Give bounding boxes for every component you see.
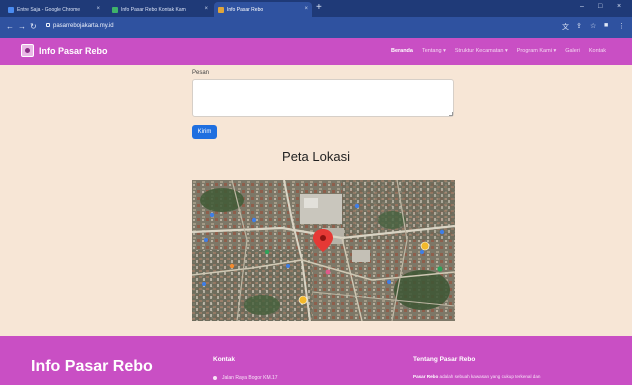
browser-tab-1[interactable]: Entre Saja - Google Chrome × bbox=[4, 2, 104, 17]
menu-kebab-icon[interactable]: ⋮ bbox=[618, 22, 625, 30]
close-tab-icon[interactable]: × bbox=[304, 6, 308, 12]
site-brand[interactable]: Info Pasar Rebo bbox=[39, 46, 108, 56]
footer-brand: Info Pasar Rebo bbox=[31, 358, 153, 375]
browser-tab-title: Info Pasar Rebo Kontak Kam bbox=[121, 6, 186, 13]
forward-icon[interactable]: → bbox=[18, 22, 26, 32]
location-pin-icon bbox=[213, 376, 217, 380]
maximize-button[interactable]: □ bbox=[598, 3, 602, 10]
footer-address: Jalan Raya Bogor KM.17 bbox=[213, 375, 278, 381]
browser-tab-title: Entre Saja - Google Chrome bbox=[17, 6, 81, 13]
kirim-button[interactable]: Kirim bbox=[192, 125, 217, 139]
reload-icon[interactable]: ↻ bbox=[30, 22, 37, 32]
close-tab-icon[interactable]: × bbox=[204, 6, 208, 12]
close-tab-icon[interactable]: × bbox=[96, 6, 100, 12]
nav-link-program-kami[interactable]: Program Kami ▾ bbox=[517, 48, 556, 54]
close-window-button[interactable]: × bbox=[617, 3, 621, 10]
site-navbar: Info Pasar Rebo Beranda Tentang ▾ Strukt… bbox=[0, 38, 632, 65]
browser-tab-3[interactable]: Info Pasar Rebo × bbox=[214, 2, 312, 17]
browser-tab-2[interactable]: Info Pasar Rebo Kontak Kam × bbox=[108, 2, 212, 17]
minimize-button[interactable]: – bbox=[580, 3, 584, 10]
url-text: pasarrebojakarta.my.id bbox=[53, 23, 114, 29]
footer-tentang-heading: Tentang Pasar Rebo bbox=[413, 356, 476, 363]
bookmark-star-icon[interactable]: ☆ bbox=[590, 22, 596, 30]
browser-tab-strip: Entre Saja - Google Chrome × Info Pasar … bbox=[0, 0, 632, 17]
resize-handle[interactable] bbox=[449, 112, 453, 116]
tab-favicon-icon bbox=[112, 6, 118, 13]
site-footer: Info Pasar Rebo Kontak Jalan Raya Bogor … bbox=[0, 336, 632, 385]
share-icon[interactable]: ⇪ bbox=[576, 22, 582, 30]
footer-kontak-heading: Kontak bbox=[213, 356, 236, 363]
lock-icon bbox=[46, 23, 50, 27]
footer-about-rest: adalah sebuah kawasan yang cukup terkena… bbox=[438, 374, 541, 379]
browser-toolbar: ← → ↻ pasarrebojakarta.my.id 文 ⇪ ☆ ■ ⋮ bbox=[0, 17, 632, 38]
new-tab-button[interactable]: + bbox=[316, 3, 322, 13]
translate-icon[interactable]: 文 bbox=[562, 22, 569, 32]
extensions-icon[interactable]: ■ bbox=[604, 22, 608, 29]
nav-link-tentang[interactable]: Tentang ▾ bbox=[422, 48, 446, 54]
nav-link-struktur-kecamatan[interactable]: Struktur Kecamatan ▾ bbox=[455, 48, 508, 54]
address-bar[interactable]: pasarrebojakarta.my.id bbox=[46, 23, 114, 29]
tab-favicon-icon bbox=[8, 6, 14, 13]
footer-about-bold: Pasar Rebo bbox=[413, 374, 439, 379]
map-imagery bbox=[192, 180, 455, 321]
back-icon[interactable]: ← bbox=[6, 22, 14, 32]
nav-links: Beranda Tentang ▾ Struktur Kecamatan ▾ P… bbox=[391, 48, 606, 54]
footer-address-text: Jalan Raya Bogor KM.17 bbox=[222, 375, 278, 381]
map-section-title: Peta Lokasi bbox=[282, 149, 350, 164]
site-logo[interactable] bbox=[21, 44, 34, 57]
tab-favicon-icon bbox=[218, 6, 224, 13]
nav-link-beranda[interactable]: Beranda bbox=[391, 48, 413, 54]
pesan-label: Pesan bbox=[192, 70, 210, 76]
pesan-textarea[interactable] bbox=[192, 79, 454, 117]
nav-link-kontak[interactable]: Kontak bbox=[589, 48, 606, 54]
nav-link-galeri[interactable]: Galeri bbox=[565, 48, 580, 54]
browser-tab-title: Info Pasar Rebo bbox=[227, 6, 264, 13]
embedded-map[interactable] bbox=[192, 180, 455, 321]
footer-about-text: Pasar Rebo adalah sebuah kawasan yang cu… bbox=[413, 374, 613, 379]
